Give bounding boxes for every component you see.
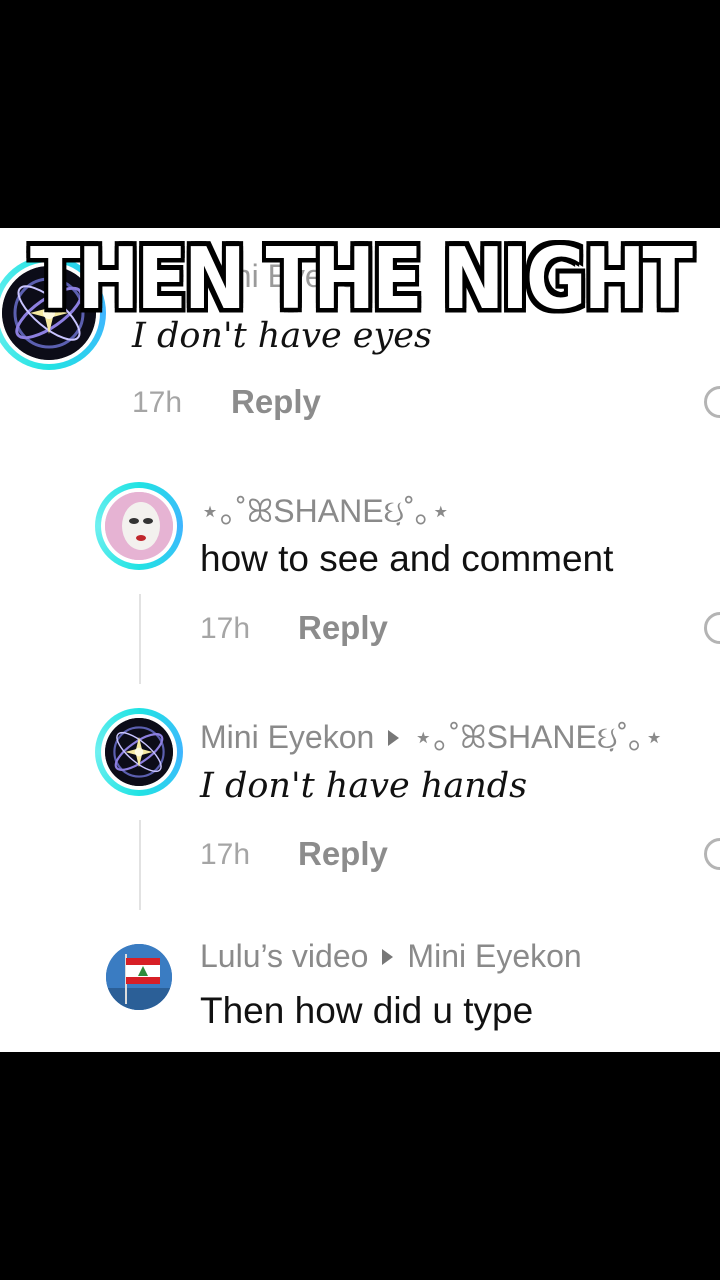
comment-time: 17h — [200, 838, 251, 871]
comment-username[interactable]: Mini Eyekon — [200, 719, 374, 755]
mask-avatar[interactable] — [105, 492, 173, 560]
reply-arrow-icon — [382, 949, 394, 966]
comment-username[interactable]: ⋆｡˚ꕤSHANEઇ઼˚｡⋆ — [200, 486, 451, 532]
comment-username[interactable]: Lulu’s video — [200, 938, 368, 974]
like-heart-icon[interactable] — [704, 612, 720, 644]
replied-to-username[interactable]: ⋆｡˚ꕤSHANEઇ઼˚｡⋆ — [413, 719, 664, 755]
video-caption-overlay: THEN THE NIGHT — [30, 229, 693, 329]
flag-avatar[interactable] — [106, 944, 172, 1010]
reply-arrow-icon — [388, 730, 400, 747]
comment-text: I don't have hands — [200, 766, 528, 806]
screen: { "overlay_caption": "THEN THE NIGHT", "… — [0, 0, 720, 1280]
like-heart-icon[interactable] — [704, 386, 720, 418]
flag-icon — [106, 944, 172, 1010]
reply-button[interactable]: Reply — [231, 383, 321, 421]
replied-to-username[interactable]: Mini Eyekon — [407, 938, 581, 974]
thread-line — [139, 594, 141, 684]
comment-username-line: Lulu’s video Mini Eyekon — [200, 938, 582, 975]
comment-time: 17h — [132, 386, 183, 419]
reply-button[interactable]: Reply — [298, 609, 388, 647]
comment-time: 17h — [200, 612, 251, 645]
comment-text: how to see and comment — [200, 538, 614, 579]
mask-face-icon — [105, 492, 173, 560]
thread-line — [139, 820, 141, 910]
orb-avatar[interactable] — [105, 718, 173, 786]
reply-button[interactable]: Reply — [298, 835, 388, 873]
comments-panel: Mini Eyekon I don't have eyes 17h Reply … — [0, 228, 720, 1052]
like-heart-icon[interactable] — [704, 838, 720, 870]
comment-username-line: Mini Eyekon ⋆｡˚ꕤSHANEઇ઼˚｡⋆ — [200, 712, 664, 758]
orb-icon — [105, 718, 173, 786]
comment-text: Then how did u type — [200, 990, 534, 1031]
